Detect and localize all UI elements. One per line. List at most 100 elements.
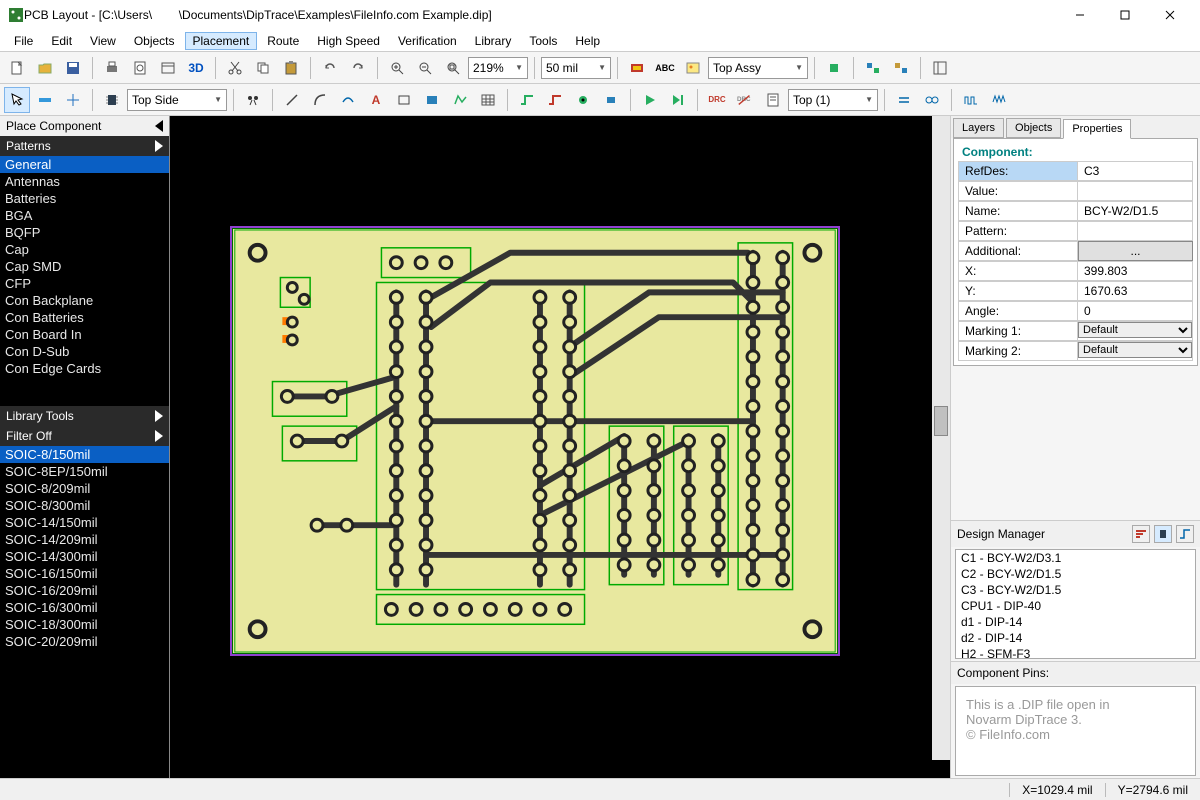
dm-item[interactable]: C2 - BCY-W2/D1.5 <box>956 566 1195 582</box>
arc3-button[interactable] <box>335 87 361 113</box>
zoom-in-button[interactable] <box>384 55 410 81</box>
footprint-item[interactable]: SOIC-14/300mil <box>0 548 169 565</box>
pcb-canvas[interactable] <box>170 116 950 778</box>
text-tool-button[interactable]: ABC <box>652 55 678 81</box>
text-button[interactable]: A <box>363 87 389 113</box>
footprint-item[interactable]: SOIC-16/209mil <box>0 582 169 599</box>
panel-button[interactable] <box>927 55 953 81</box>
pattern-item[interactable]: BGA <box>0 207 169 224</box>
diff-pair-button[interactable] <box>891 87 917 113</box>
measure-button[interactable] <box>32 87 58 113</box>
menu-route[interactable]: Route <box>259 32 307 50</box>
route-edit-button[interactable] <box>542 87 568 113</box>
pattern-item[interactable]: Con Edge Cards <box>0 360 169 377</box>
dm-item[interactable]: CPU1 - DIP-40 <box>956 598 1195 614</box>
dm-item[interactable]: d2 - DIP-14 <box>956 630 1195 646</box>
run-button[interactable] <box>637 87 663 113</box>
meander2-button[interactable] <box>986 87 1012 113</box>
undo-button[interactable] <box>317 55 343 81</box>
footprint-item[interactable]: SOIC-8/150mil <box>0 446 169 463</box>
copy-button[interactable] <box>250 55 276 81</box>
patterns-section[interactable]: Patterns <box>0 136 169 156</box>
via-button[interactable] <box>570 87 596 113</box>
menu-tools[interactable]: Tools <box>521 32 565 50</box>
tab-layers[interactable]: Layers <box>953 118 1004 138</box>
layer-setup-button[interactable] <box>624 55 650 81</box>
vertical-scrollbar[interactable] <box>932 116 950 760</box>
menu-file[interactable]: File <box>6 32 41 50</box>
pattern-item[interactable]: Con Board In <box>0 326 169 343</box>
run-to-button[interactable] <box>665 87 691 113</box>
footprint-item[interactable]: SOIC-8/300mil <box>0 497 169 514</box>
menu-high-speed[interactable]: High Speed <box>309 32 388 50</box>
pattern-item[interactable]: Con Backplane <box>0 292 169 309</box>
footprint-item[interactable]: SOIC-16/300mil <box>0 599 169 616</box>
tab-objects[interactable]: Objects <box>1006 118 1061 138</box>
minimize-button[interactable] <box>1057 0 1102 30</box>
open-file-button[interactable] <box>32 55 58 81</box>
menu-placement[interactable]: Placement <box>185 32 258 50</box>
pattern-item[interactable]: CFP <box>0 275 169 292</box>
cut-button[interactable] <box>222 55 248 81</box>
paste-button[interactable] <box>278 55 304 81</box>
prop-additional-button[interactable]: ... <box>1078 241 1193 261</box>
rect-button[interactable] <box>391 87 417 113</box>
side-combo[interactable]: Top Side▼ <box>127 89 227 111</box>
meander-button[interactable] <box>958 87 984 113</box>
design-manager-list[interactable]: C1 - BCY-W2/D3.1C2 - BCY-W2/D1.5C3 - BCY… <box>955 549 1196 659</box>
dm-item[interactable]: d1 - DIP-14 <box>956 614 1195 630</box>
patterns-list[interactable]: GeneralAntennasBatteriesBGABQFPCapCap SM… <box>0 156 169 406</box>
footprint-item[interactable]: SOIC-18/300mil <box>0 616 169 633</box>
pattern-item[interactable]: Cap <box>0 241 169 258</box>
footprint-item[interactable]: SOIC-8EP/150mil <box>0 463 169 480</box>
line-button[interactable] <box>279 87 305 113</box>
pattern-item[interactable]: BQFP <box>0 224 169 241</box>
table-button[interactable] <box>475 87 501 113</box>
pattern-item[interactable]: Cap SMD <box>0 258 169 275</box>
update-button[interactable] <box>888 55 914 81</box>
footprint-item[interactable]: SOIC-14/209mil <box>0 531 169 548</box>
grid-combo[interactable]: 50 mil▼ <box>541 57 611 79</box>
pcb-board[interactable] <box>230 226 840 656</box>
zoom-window-button[interactable] <box>440 55 466 81</box>
origin-button[interactable] <box>60 87 86 113</box>
collapse-left-icon[interactable] <box>155 120 163 132</box>
maximize-button[interactable] <box>1102 0 1147 30</box>
redo-button[interactable] <box>345 55 371 81</box>
preview-button[interactable] <box>127 55 153 81</box>
footprints-list[interactable]: SOIC-8/150milSOIC-8EP/150milSOIC-8/209mi… <box>0 446 169 778</box>
menu-view[interactable]: View <box>82 32 124 50</box>
library-tools-section[interactable]: Library Tools <box>0 406 169 426</box>
route-manual-button[interactable] <box>514 87 540 113</box>
pattern-item[interactable]: Con D-Sub <box>0 343 169 360</box>
footprint-item[interactable]: SOIC-8/209mil <box>0 480 169 497</box>
dm-sort-icon[interactable] <box>1132 525 1150 543</box>
zoom-out-button[interactable] <box>412 55 438 81</box>
3d-button[interactable]: 3D <box>183 55 209 81</box>
layer-display-combo[interactable]: Top Assy▼ <box>708 57 808 79</box>
prop-y-value[interactable]: 1670.63 <box>1078 281 1193 301</box>
prop-marking2-select[interactable]: Default <box>1078 342 1192 358</box>
drc-off-button[interactable]: DRC <box>732 87 758 113</box>
footprint-item[interactable]: SOIC-16/150mil <box>0 565 169 582</box>
report-button[interactable] <box>760 87 786 113</box>
titles-button[interactable] <box>155 55 181 81</box>
pattern-item[interactable]: Batteries <box>0 190 169 207</box>
fillrect-button[interactable] <box>419 87 445 113</box>
prop-angle-value[interactable]: 0 <box>1078 301 1193 321</box>
footprint-item[interactable]: SOIC-20/209mil <box>0 633 169 650</box>
prop-x-value[interactable]: 399.803 <box>1078 261 1193 281</box>
prop-marking1-select[interactable]: Default <box>1078 322 1192 338</box>
menu-help[interactable]: Help <box>567 32 608 50</box>
menu-verification[interactable]: Verification <box>390 32 465 50</box>
poly-button[interactable] <box>447 87 473 113</box>
footprint-item[interactable]: SOIC-14/150mil <box>0 514 169 531</box>
dm-net-icon[interactable] <box>1176 525 1194 543</box>
pattern-item[interactable]: Con Batteries <box>0 309 169 326</box>
diff-pair2-button[interactable] <box>919 87 945 113</box>
prop-pattern-value[interactable] <box>1078 221 1193 241</box>
dm-item[interactable]: C1 - BCY-W2/D3.1 <box>956 550 1195 566</box>
new-file-button[interactable] <box>4 55 30 81</box>
close-button[interactable] <box>1147 0 1192 30</box>
filter-section[interactable]: Filter Off <box>0 426 169 446</box>
